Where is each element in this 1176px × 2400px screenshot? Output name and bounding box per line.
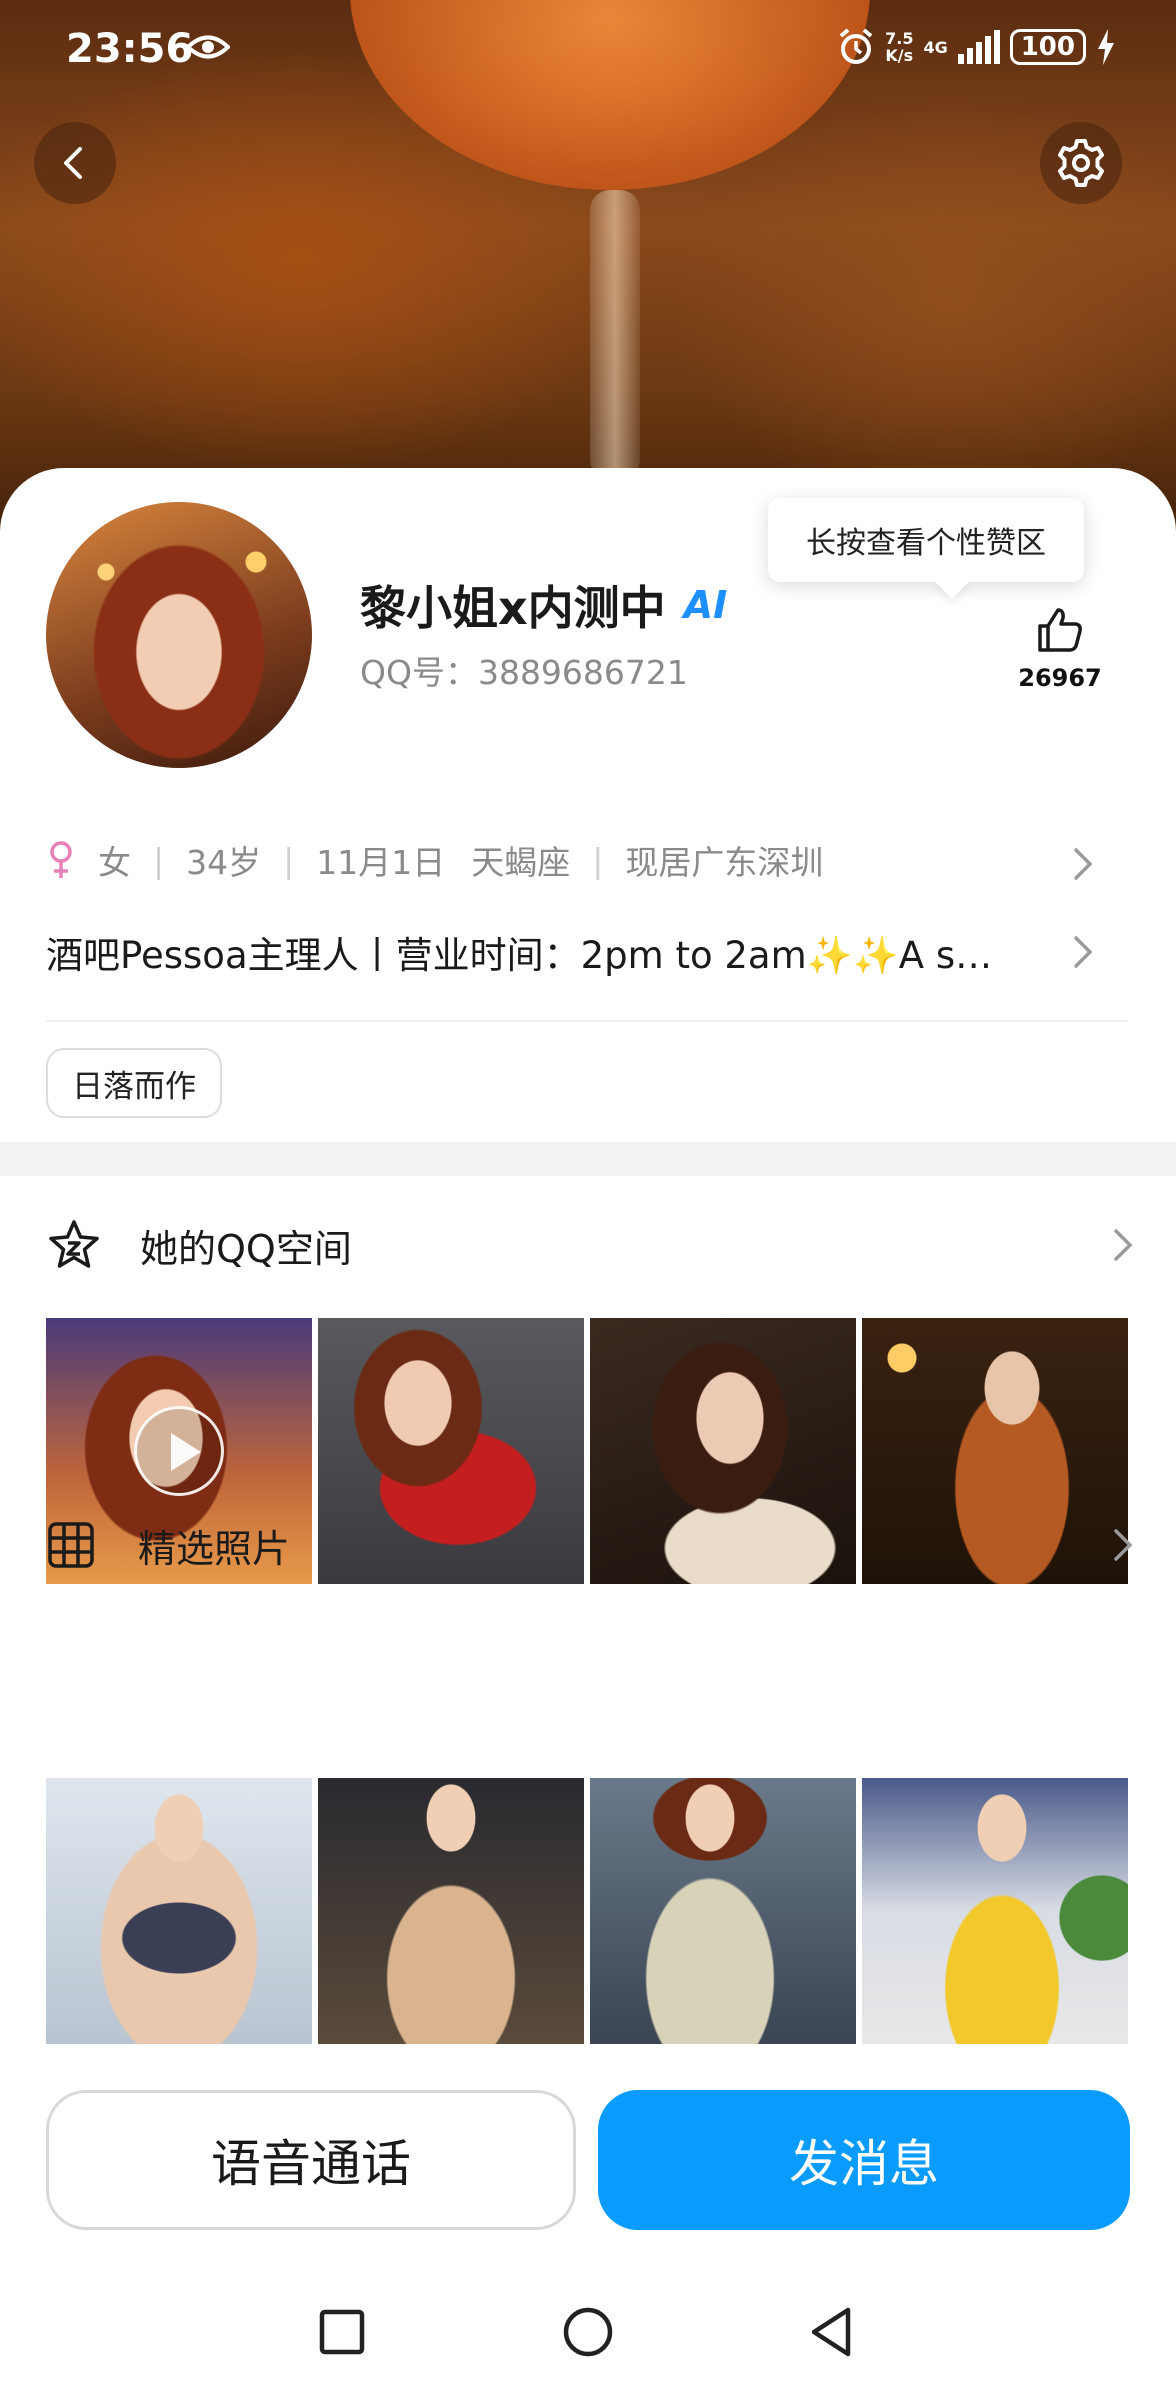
featured-photo-row <box>46 1778 1136 2044</box>
location-text: 现居广东深圳 <box>625 843 824 882</box>
separator: | <box>153 840 165 880</box>
status-bar: 23:56 7.5 K/s 4G 100 <box>0 0 1176 100</box>
like-count: 26967 <box>1018 664 1102 692</box>
chevron-right-icon <box>1074 936 1093 968</box>
qzone-star-icon <box>49 1220 99 1268</box>
status-time: 23:56 <box>66 26 194 72</box>
settings-button[interactable] <box>1040 122 1122 204</box>
like-tooltip: 长按查看个性赞区 <box>768 498 1084 582</box>
qq-number[interactable]: QQ号：3889686721 <box>360 646 688 694</box>
chevron-right-icon <box>1074 848 1093 880</box>
charging-icon <box>1098 29 1114 65</box>
photos-title: 精选照片 <box>138 1526 291 1571</box>
chevron-left-icon <box>64 147 82 179</box>
featured-photo[interactable] <box>318 1778 584 2044</box>
back-button[interactable] <box>34 122 116 204</box>
thumbs-up-icon <box>1038 608 1082 652</box>
birthday-text: 11月1日 <box>316 843 446 882</box>
net-speed: 7.5 K/s <box>885 29 914 65</box>
divider <box>46 1020 1128 1022</box>
featured-photo[interactable] <box>590 1778 856 2044</box>
voice-call-button[interactable]: 语音通话 <box>46 2090 576 2230</box>
gear-icon <box>1058 139 1104 187</box>
battery-indicator: 100 <box>1009 29 1086 65</box>
recent-apps-icon[interactable] <box>312 2302 372 2362</box>
age-text: 34岁 <box>186 843 262 882</box>
bio-row[interactable]: 酒吧Pessoa主理人丨营业时间：2pm to 2am✨✨A s… <box>46 922 1136 982</box>
eye-icon <box>186 35 230 59</box>
section-separator <box>0 1142 1176 1176</box>
gender-text: 女 <box>98 843 131 882</box>
send-message-button[interactable]: 发消息 <box>598 2090 1130 2230</box>
chevron-right-icon <box>1114 1529 1133 1561</box>
qzone-title: 她的QQ空间 <box>140 1226 352 1271</box>
qzone-section-header[interactable]: 她的QQ空间 <box>46 1210 1136 1280</box>
play-icon[interactable] <box>134 1406 224 1496</box>
profile-name: 黎小姐x内测中 <box>360 581 666 635</box>
featured-photo[interactable] <box>46 1778 312 2044</box>
basic-info-row[interactable]: 女 | 34岁 | 11月1日 天蝎座 | 现居广东深圳 <box>46 830 1136 890</box>
profile-tag[interactable]: 日落而作 <box>46 1048 222 1118</box>
zodiac-text: 天蝎座 <box>471 843 571 882</box>
featured-photo[interactable] <box>862 1778 1128 2044</box>
cocktail-glass-stem-image <box>590 190 640 480</box>
back-nav-icon[interactable] <box>802 2302 862 2362</box>
system-nav-bar <box>0 2270 1176 2400</box>
separator: | <box>283 840 295 880</box>
avatar[interactable] <box>46 502 312 768</box>
female-icon <box>50 841 72 878</box>
alarm-icon <box>839 28 873 64</box>
ai-badge: AI <box>683 583 728 627</box>
grid-icon <box>48 1522 94 1568</box>
network-type: 4G <box>923 37 948 57</box>
chevron-right-icon <box>1114 1229 1133 1261</box>
bio-text: 酒吧Pessoa主理人丨营业时间：2pm to 2am✨✨A s… <box>46 934 993 977</box>
home-icon[interactable] <box>558 2302 618 2362</box>
like-button[interactable]: 26967 <box>1010 604 1110 692</box>
signal-icon <box>957 30 1000 64</box>
name-row: 黎小姐x内测中 AI <box>360 572 727 638</box>
photos-section-header[interactable]: 精选照片 <box>46 1510 1136 1580</box>
separator: | <box>592 840 604 880</box>
